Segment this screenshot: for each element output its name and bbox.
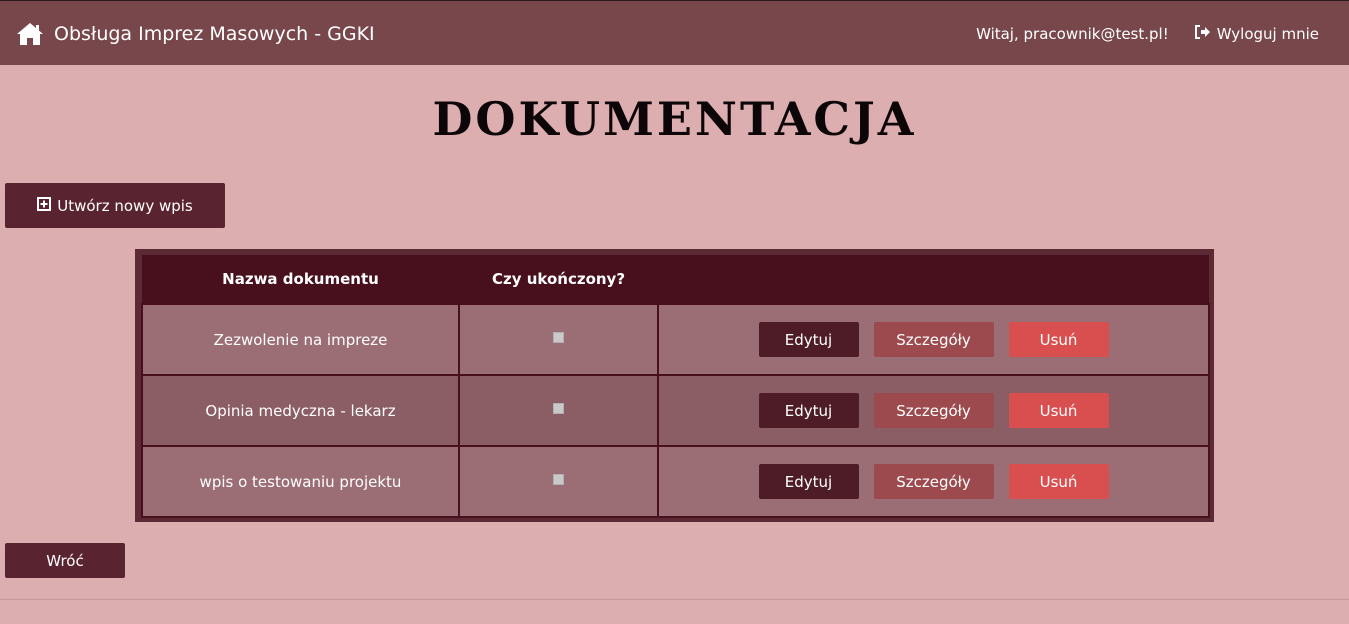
completed-checkbox [553, 331, 564, 343]
details-button[interactable]: Szczegóły [873, 322, 994, 357]
column-header-actions [658, 255, 1209, 304]
table-row: Opinia medyczna - lekarz Edytuj Szczegół… [141, 374, 1210, 447]
documents-table: Nazwa dokumentu Czy ukończony? Zezwoleni… [141, 255, 1210, 518]
delete-button[interactable]: Usuń [1008, 393, 1109, 428]
delete-button[interactable]: Usuń [1008, 464, 1109, 499]
details-button[interactable]: Szczegóły [873, 393, 994, 428]
sign-out-icon [1194, 25, 1211, 43]
edit-button[interactable]: Edytuj [758, 322, 859, 357]
nav-right: Witaj, pracownik@test.pl! Wyloguj mnie [976, 23, 1319, 45]
column-header-completed: Czy ukończony? [459, 255, 658, 304]
brand-link[interactable]: Obsługa Imprez Masowych - GGKI [16, 19, 375, 49]
edit-button[interactable]: Edytuj [758, 393, 859, 428]
table-row: Zezwolenie na impreze Edytuj Szczegóły U… [141, 303, 1210, 376]
actions-cell: Edytuj Szczegóły Usuń [657, 303, 1210, 376]
completed-cell [458, 374, 659, 447]
create-entry-label: Utwórz nowy wpis [57, 196, 193, 215]
edit-button[interactable]: Edytuj [758, 464, 859, 499]
table-header-row: Nazwa dokumentu Czy ukończony? [142, 255, 1209, 304]
brand-title: Obsługa Imprez Masowych - GGKI [54, 23, 375, 45]
completed-checkbox [553, 473, 564, 485]
logout-label: Wyloguj mnie [1216, 25, 1319, 43]
create-entry-button[interactable]: Utwórz nowy wpis [5, 183, 225, 228]
completed-cell [458, 303, 659, 376]
home-icon [16, 22, 44, 46]
divider [0, 599, 1349, 600]
column-header-name: Nazwa dokumentu [142, 255, 459, 304]
logout-link[interactable]: Wyloguj mnie [1194, 25, 1319, 43]
plus-square-icon [37, 196, 52, 215]
details-button[interactable]: Szczegóły [873, 464, 994, 499]
completed-cell [458, 445, 659, 518]
top-navbar: Obsługa Imprez Masowych - GGKI Witaj, pr… [0, 0, 1349, 65]
document-name: Zezwolenie na impreze [141, 303, 460, 376]
back-button[interactable]: Wróć [5, 543, 125, 578]
greeting-text: Witaj, pracownik@test.pl! [976, 25, 1169, 43]
document-name: Opinia medyczna - lekarz [141, 374, 460, 447]
completed-checkbox [553, 402, 564, 414]
table-row: wpis o testowaniu projektu Edytuj Szczeg… [141, 445, 1210, 518]
document-name: wpis o testowaniu projektu [141, 445, 460, 518]
actions-cell: Edytuj Szczegóły Usuń [657, 445, 1210, 518]
documents-table-container: Nazwa dokumentu Czy ukończony? Zezwoleni… [135, 249, 1214, 522]
delete-button[interactable]: Usuń [1008, 322, 1109, 357]
actions-cell: Edytuj Szczegóły Usuń [657, 374, 1210, 447]
page-title: DOKUMENTACJA [432, 92, 917, 146]
